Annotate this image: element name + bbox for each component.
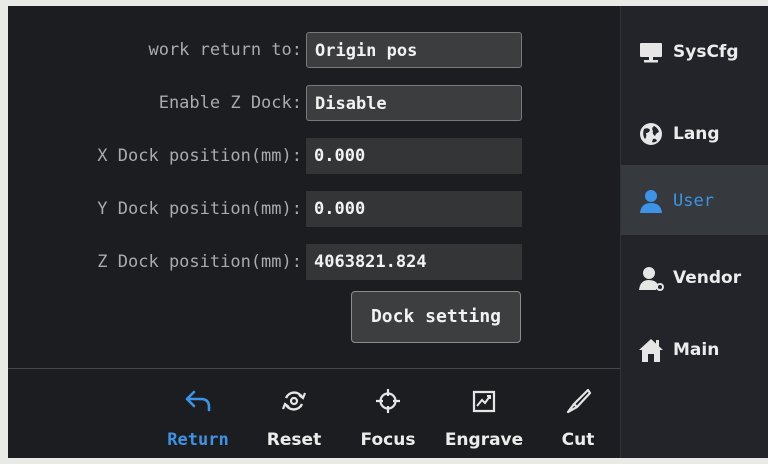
enable-z-dock-label: Enable Z Dock: [158,93,302,113]
home-icon [637,336,665,364]
sidebar-item-label: SysCfg [673,42,739,62]
sidebar-item-label: Lang [673,124,720,144]
sidebar: SysCfg Lang User Vendor Main [620,6,768,458]
z-dock-row: Z Dock position(mm): 4063821.824 [8,244,620,280]
return-button[interactable]: Return [156,382,240,454]
work-return-select[interactable]: Origin pos [306,32,522,68]
bottom-toolbar: Return Reset Focus Engrave Cut [8,372,620,458]
user-icon [637,187,665,215]
cut-button[interactable]: Cut [536,382,620,454]
enable-z-dock-row: Enable Z Dock: Disable [8,85,620,121]
focus-label: Focus [360,430,416,450]
reset-label: Reset [266,430,322,450]
globe-icon [637,120,665,148]
reset-icon [252,382,336,418]
sidebar-item-label: Vendor [673,268,742,288]
z-dock-input[interactable]: 4063821.824 [306,244,522,280]
y-dock-row: Y Dock position(mm): 0.000 [8,191,620,227]
sidebar-item-user[interactable]: User [621,165,768,235]
x-dock-row: X Dock position(mm): 0.000 [8,138,620,174]
return-arrow-icon [156,382,240,418]
crosshair-icon [346,382,430,418]
sidebar-item-main[interactable]: Main [621,314,768,384]
engrave-label: Engrave [444,430,524,450]
z-dock-label: Z Dock position(mm): [97,252,302,272]
dock-settings-panel: work return to: Origin pos Enable Z Dock… [8,6,620,366]
work-return-label: work return to: [148,40,302,60]
return-label: Return [167,430,229,450]
toolbar-divider [8,368,620,369]
vendor-user-icon [637,264,665,292]
device-screen: work return to: Origin pos Enable Z Dock… [8,6,768,458]
x-dock-label: X Dock position(mm): [97,146,302,166]
enable-z-dock-select[interactable]: Disable [306,85,522,121]
focus-button[interactable]: Focus [346,382,430,454]
monitor-icon [637,38,665,66]
work-return-row: work return to: Origin pos [8,32,620,68]
cut-label: Cut [561,430,595,450]
sidebar-item-label: User [673,191,714,211]
y-dock-label: Y Dock position(mm): [97,199,302,219]
sidebar-item-lang[interactable]: Lang [621,98,768,168]
dock-setting-button[interactable]: Dock setting [351,291,521,343]
y-dock-input[interactable]: 0.000 [306,191,522,227]
x-dock-input[interactable]: 0.000 [306,138,522,174]
engrave-button[interactable]: Engrave [442,382,526,454]
reset-button[interactable]: Reset [252,382,336,454]
sidebar-item-syscfg[interactable]: SysCfg [621,16,768,86]
sidebar-item-vendor[interactable]: Vendor [621,242,768,312]
knife-icon [536,382,620,418]
sidebar-item-label: Main [673,340,720,360]
engrave-icon [442,382,526,418]
